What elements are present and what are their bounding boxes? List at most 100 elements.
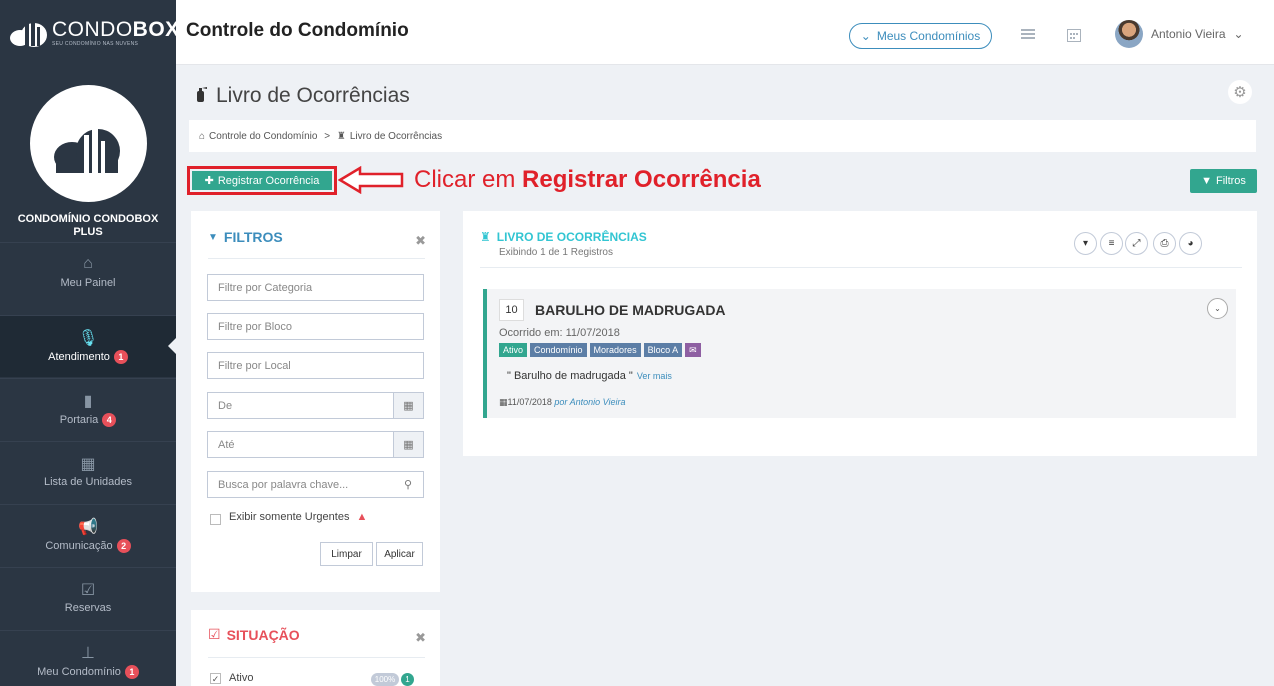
megaphone-icon: 📢 [78, 519, 98, 536]
warning-icon: ▲ [356, 511, 368, 523]
category-filter-input[interactable]: Filtre por Categoria [207, 274, 424, 301]
divider [208, 258, 425, 259]
sidebar-item-meu-painel[interactable]: ⌂ Meu Painel [0, 242, 176, 304]
sidebar-item-reservas[interactable]: ☑ Reservas [0, 567, 176, 629]
close-icon[interactable]: ✖ [415, 233, 426, 249]
notification-badge: 2 [116, 539, 131, 553]
notification-badge: 1 [113, 350, 128, 364]
occurrence-meta: ▦11/07/2018 por Antonio Vieira [499, 397, 626, 407]
status-title: ☑ SITUAÇÃO [208, 626, 300, 643]
avatar [1115, 20, 1143, 48]
block-filter-input[interactable]: Filtre por Bloco [207, 313, 424, 340]
calendar-icon[interactable] [1067, 28, 1081, 42]
occurrence-tags: Ativo Condomínio Moradores Bloco A ✉ [499, 343, 701, 357]
calendar-icon[interactable]: ▦ [393, 432, 423, 457]
dropdown-toggle-icon[interactable]: ▾ [1074, 232, 1097, 255]
occurrence-text: " Barulho de madrugada " Ver mais [507, 370, 672, 382]
envelope-icon: ✉ [685, 343, 701, 357]
user-menu[interactable]: Antonio Vieira ⌄ [1115, 20, 1244, 48]
brand[interactable]: CONDOBOX SEU CONDOMÍNIO NAS NUVENS [0, 0, 179, 65]
occurrence-book-title: ♜ LIVRO DE OCORRÊNCIAS [480, 230, 647, 244]
tag-audience: Moradores [589, 343, 641, 357]
my-condos-button[interactable]: ⌄ Meus Condomínios [849, 23, 992, 49]
condo-logo [30, 85, 147, 202]
top-bar: CONDOBOX SEU CONDOMÍNIO NAS NUVENS Contr… [0, 0, 1274, 65]
annotation-text: Clicar em Registrar Ocorrência [414, 166, 761, 193]
chevron-down-icon: ⌄ [1233, 27, 1244, 41]
sidebar-item-portaria[interactable]: ▮ Portaria 4 [0, 378, 176, 440]
print-icon[interactable]: ⎙ [1153, 232, 1176, 255]
condobox-logo-icon [8, 18, 48, 48]
occurrence-book-panel: ♜ LIVRO DE OCORRÊNCIAS Exibindo 1 de 1 R… [463, 211, 1257, 456]
divider [480, 267, 1242, 268]
home-icon: ⌂ [83, 255, 93, 272]
records-count: Exibindo 1 de 1 Registros [499, 247, 613, 258]
occurrence-title[interactable]: BARULHO DE MADRUGADA [535, 302, 726, 318]
sidebar-item-comunicacao[interactable]: 📢 Comunicação 2 [0, 504, 176, 566]
occurrence-date: Ocorrido em: 11/07/2018 [499, 327, 620, 339]
breadcrumb-separator: > [321, 130, 333, 142]
register-occurrence-button[interactable]: ✚ Registrar Ocorrência [192, 171, 332, 190]
author-link[interactable]: por Antonio Vieira [554, 397, 625, 407]
calendar-check-icon: ☑ [80, 582, 96, 599]
occurrence-card[interactable]: 10 BARULHO DE MADRUGADA Ocorrido em: 11/… [483, 289, 1236, 418]
occurrence-number: 10 [499, 299, 524, 321]
home-icon: ⌂ [199, 130, 206, 142]
divider [208, 657, 425, 658]
status-percent-badge: 100% [371, 673, 399, 686]
condo-name: CONDOMÍNIO CONDOBOX PLUS [17, 213, 159, 238]
sidebar: CONDOMÍNIO CONDOBOX PLUS ⌂ Meu Painel 🎙 … [0, 65, 176, 686]
tag-block: Bloco A [643, 343, 683, 357]
settings-gear-icon[interactable]: ⚙ [1228, 80, 1252, 104]
sidebar-item-meu-condominio[interactable]: ⊥ Meu Condomínio 1 [0, 630, 176, 686]
urgent-only-checkbox[interactable] [210, 514, 221, 525]
close-icon[interactable]: ✖ [415, 630, 426, 646]
sidebar-item-atendimento[interactable]: 🎙 Atendimento 1 [0, 315, 176, 377]
fire-extinguisher-icon: ♜ [480, 230, 491, 244]
list-icon[interactable] [1021, 28, 1035, 42]
calendar-icon[interactable]: ▦ [393, 393, 423, 418]
building-icon: ▦ [80, 456, 96, 473]
app-title: Controle do Condomínio [186, 20, 409, 41]
urgent-only-label: Exibir somente Urgentes ▲ [229, 511, 368, 523]
highlight-box: ✚ Registrar Ocorrência [187, 166, 337, 195]
filters-panel: ▼ FILTROS ✖ Filtre por Categoria Filtre … [191, 211, 440, 592]
search-icon: ⚲ [403, 479, 413, 491]
notification-badge: 4 [102, 413, 117, 427]
calendar-icon: ▦ [499, 397, 508, 407]
keyword-search-input[interactable]: Busca por palavra chave... ⚲ [207, 471, 424, 498]
brand-tagline: SEU CONDOMÍNIO NAS NUVENS [52, 40, 139, 47]
notification-badge: 1 [124, 665, 139, 679]
clear-button[interactable]: Limpar [320, 542, 373, 566]
status-active-label: Ativo [229, 672, 254, 684]
plus-icon: ✚ [204, 175, 214, 187]
filters-toggle-button[interactable]: ▼ Filtros [1190, 169, 1257, 193]
tag-status: Ativo [499, 343, 528, 357]
apply-button[interactable]: Aplicar [376, 542, 423, 566]
expand-icon[interactable]: ⤢ [1125, 232, 1148, 255]
chevron-down-icon[interactable]: ⌄ [1207, 298, 1228, 319]
date-from-input[interactable]: De ▦ [207, 392, 424, 419]
status-panel: ☑ SITUAÇÃO ✖ ✓ Ativo 100% 1 [191, 610, 440, 686]
chart-pie-icon[interactable]: ◕ [1179, 232, 1202, 255]
location-filter-input[interactable]: Filtre por Local [207, 352, 424, 379]
sidebar-item-lista-de-unidades[interactable]: ▦ Lista de Unidades [0, 441, 176, 503]
breadcrumb-current: Livro de Ocorrências [349, 130, 443, 142]
filter-icon: ▼ [208, 231, 218, 243]
microphone-icon: 🎙 [77, 330, 99, 347]
see-more-link[interactable]: Ver mais [637, 371, 672, 381]
tag-category: Condomínio [530, 343, 587, 357]
status-active-checkbox[interactable]: ✓ [210, 673, 221, 684]
fire-extinguisher-icon: ♜ [336, 130, 346, 142]
check-square-icon: ☑ [208, 626, 221, 642]
fire-extinguisher-icon [194, 84, 208, 108]
date-to-input[interactable]: Até ▦ [207, 431, 424, 458]
breadcrumb: ⌂ Controle do Condomínio > ♜ Livro de Oc… [189, 120, 1256, 152]
brand-name: CONDOBOX [52, 17, 180, 41]
status-count-badge: 1 [401, 673, 414, 686]
list-view-icon[interactable]: ≡ [1100, 232, 1123, 255]
pin-icon: ⊥ [81, 645, 95, 662]
breadcrumb-link-controle[interactable]: Controle do Condomínio [209, 131, 317, 142]
chevron-down-icon: ⌄ [860, 29, 871, 43]
filter-icon: ▼ [1201, 175, 1212, 187]
